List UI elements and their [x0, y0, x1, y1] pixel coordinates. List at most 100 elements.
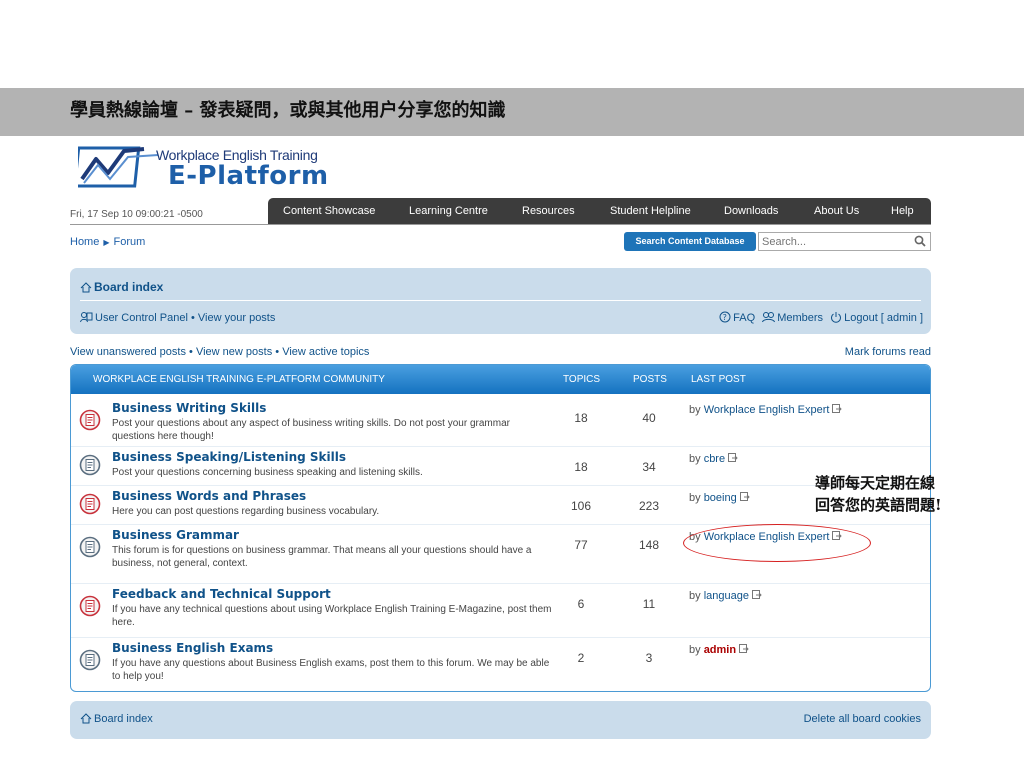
- forum-posts-count: 148: [638, 538, 660, 552]
- row-separator: [71, 583, 930, 584]
- forum-description: If you have any technical questions abou…: [112, 604, 552, 628]
- last-post-by-label: by: [689, 453, 701, 465]
- forum-status-icon: [79, 454, 101, 476]
- last-post-by-label: by: [689, 492, 701, 504]
- forum-description: Post your questions concerning business …: [112, 467, 423, 478]
- nav-resources[interactable]: Resources: [522, 205, 575, 217]
- nav-help[interactable]: Help: [891, 205, 914, 217]
- delete-cookies-link[interactable]: Delete all board cookies: [804, 713, 921, 725]
- last-post-by-label: by: [689, 531, 701, 543]
- board-nav-panel: Board index User Control Panel • View yo…: [70, 268, 931, 334]
- forum-title-link[interactable]: Business Grammar: [112, 528, 239, 542]
- column-last-post: LAST POST: [691, 374, 746, 385]
- forum-title-link[interactable]: Business Writing Skills: [112, 401, 266, 415]
- forum-posts-count: 40: [642, 411, 656, 425]
- column-posts: POSTS: [633, 374, 667, 385]
- goto-post-icon[interactable]: [739, 644, 749, 654]
- forum-last-post: by boeing: [689, 492, 750, 504]
- goto-post-icon[interactable]: [728, 453, 738, 463]
- last-post-author-link[interactable]: language: [704, 590, 749, 602]
- last-post-by-label: by: [689, 404, 701, 416]
- forum-list: WORKPLACE ENGLISH TRAINING E-PLATFORM CO…: [70, 364, 931, 692]
- view-active-topics-link[interactable]: View active topics: [282, 346, 369, 358]
- last-post-author-link[interactable]: Workplace English Expert: [704, 531, 830, 543]
- forum-description: Here you can post questions regarding bu…: [112, 506, 380, 517]
- last-post-author-link[interactable]: boeing: [704, 492, 737, 504]
- breadcrumb-forum[interactable]: Forum: [114, 236, 146, 248]
- forum-status-icon: [79, 493, 101, 515]
- last-post-author-link[interactable]: admin: [704, 644, 736, 656]
- home-icon: [80, 713, 92, 724]
- board-index-label: Board index: [94, 280, 164, 294]
- forum-list-header: WORKPLACE ENGLISH TRAINING E-PLATFORM CO…: [71, 365, 930, 394]
- site-logo[interactable]: Workplace English Training E-Platform: [78, 145, 328, 191]
- last-post-by-label: by: [689, 644, 701, 656]
- row-separator: [71, 485, 930, 486]
- user-panel-icon: [80, 312, 93, 323]
- forum-status-icon: [79, 409, 101, 431]
- search-input[interactable]: [758, 232, 931, 251]
- forum-title-link[interactable]: Business Speaking/Listening Skills: [112, 450, 346, 464]
- goto-post-icon[interactable]: [832, 531, 843, 541]
- forum-posts-count: 223: [638, 499, 660, 513]
- logo-name: E-Platform: [168, 161, 329, 191]
- faq-icon: ?: [719, 311, 731, 323]
- home-icon: [80, 282, 92, 293]
- nav-learning-centre[interactable]: Learning Centre: [409, 205, 488, 217]
- quick-links: View unanswered posts • View new posts •…: [70, 346, 369, 358]
- account-links: ? FAQ Members Logout [ admin ]: [719, 311, 923, 324]
- last-post-by-label: by: [689, 590, 701, 602]
- bullet-separator: •: [189, 346, 193, 358]
- last-post-author-link[interactable]: cbre: [704, 453, 725, 465]
- footer-board-index-label: Board index: [94, 713, 153, 725]
- forum-title-link[interactable]: Business Words and Phrases: [112, 489, 306, 503]
- ucp-link[interactable]: User Control Panel: [95, 312, 188, 324]
- forum-description: Post your questions about any aspect of …: [112, 418, 510, 442]
- annotation-line-1: 導師每天定期在線: [815, 474, 936, 492]
- goto-post-icon[interactable]: [832, 404, 843, 414]
- forum-title-link[interactable]: Business English Exams: [112, 641, 273, 655]
- row-separator: [71, 446, 930, 447]
- board-index-link[interactable]: Board index: [80, 280, 163, 294]
- search-content-button[interactable]: Search Content Database: [624, 232, 756, 251]
- logout-link[interactable]: Logout [ admin ]: [844, 312, 923, 324]
- nav-content-showcase[interactable]: Content Showcase: [283, 205, 375, 217]
- breadcrumb-home[interactable]: Home: [70, 236, 99, 248]
- category-title[interactable]: WORKPLACE ENGLISH TRAINING E-PLATFORM CO…: [93, 374, 385, 385]
- footer-panel: Board index Delete all board cookies: [70, 701, 931, 739]
- footer-board-index-link[interactable]: Board index: [80, 713, 153, 725]
- view-your-posts-link[interactable]: View your posts: [198, 312, 275, 324]
- nav-student-helpline[interactable]: Student Helpline: [610, 205, 691, 217]
- members-link[interactable]: Members: [777, 312, 823, 324]
- panel-divider: [80, 300, 921, 301]
- forum-last-post: by language: [689, 590, 762, 602]
- faq-link[interactable]: FAQ: [733, 312, 755, 324]
- annotation-line-2: 回答您的英語問題!: [815, 496, 942, 514]
- nav-about-us[interactable]: About Us: [814, 205, 859, 217]
- nav-downloads[interactable]: Downloads: [724, 205, 778, 217]
- view-unanswered-link[interactable]: View unanswered posts: [70, 346, 186, 358]
- forum-status-icon: [79, 649, 101, 671]
- user-links: User Control Panel • View your posts: [80, 311, 275, 324]
- logo-mark-icon: [78, 146, 159, 188]
- breadcrumb-arrow-icon: ▶: [103, 238, 110, 247]
- goto-post-icon[interactable]: [739, 492, 750, 502]
- view-new-posts-link[interactable]: View new posts: [196, 346, 272, 358]
- forum-title-link[interactable]: Feedback and Technical Support: [112, 587, 331, 601]
- forum-posts-count: 34: [642, 460, 656, 474]
- forum-description: This forum is for questions on business …: [112, 545, 532, 569]
- forum-posts-count: 11: [642, 597, 656, 611]
- row-separator: [71, 637, 930, 638]
- goto-post-icon[interactable]: [751, 590, 762, 600]
- mark-forums-read-link[interactable]: Mark forums read: [845, 346, 931, 358]
- svg-text:?: ?: [723, 313, 727, 322]
- breadcrumb: Home ▶ Forum: [70, 236, 145, 248]
- last-post-author-link[interactable]: Workplace English Expert: [704, 404, 830, 416]
- column-topics: TOPICS: [563, 374, 601, 385]
- forum-status-icon: [79, 536, 101, 558]
- forum-last-post: by Workplace English Expert: [689, 531, 843, 543]
- header-divider: [70, 224, 931, 225]
- search-icon[interactable]: [913, 234, 927, 248]
- members-icon: [762, 312, 776, 323]
- current-datetime: Fri, 17 Sep 10 09:00:21 -0500: [70, 209, 203, 220]
